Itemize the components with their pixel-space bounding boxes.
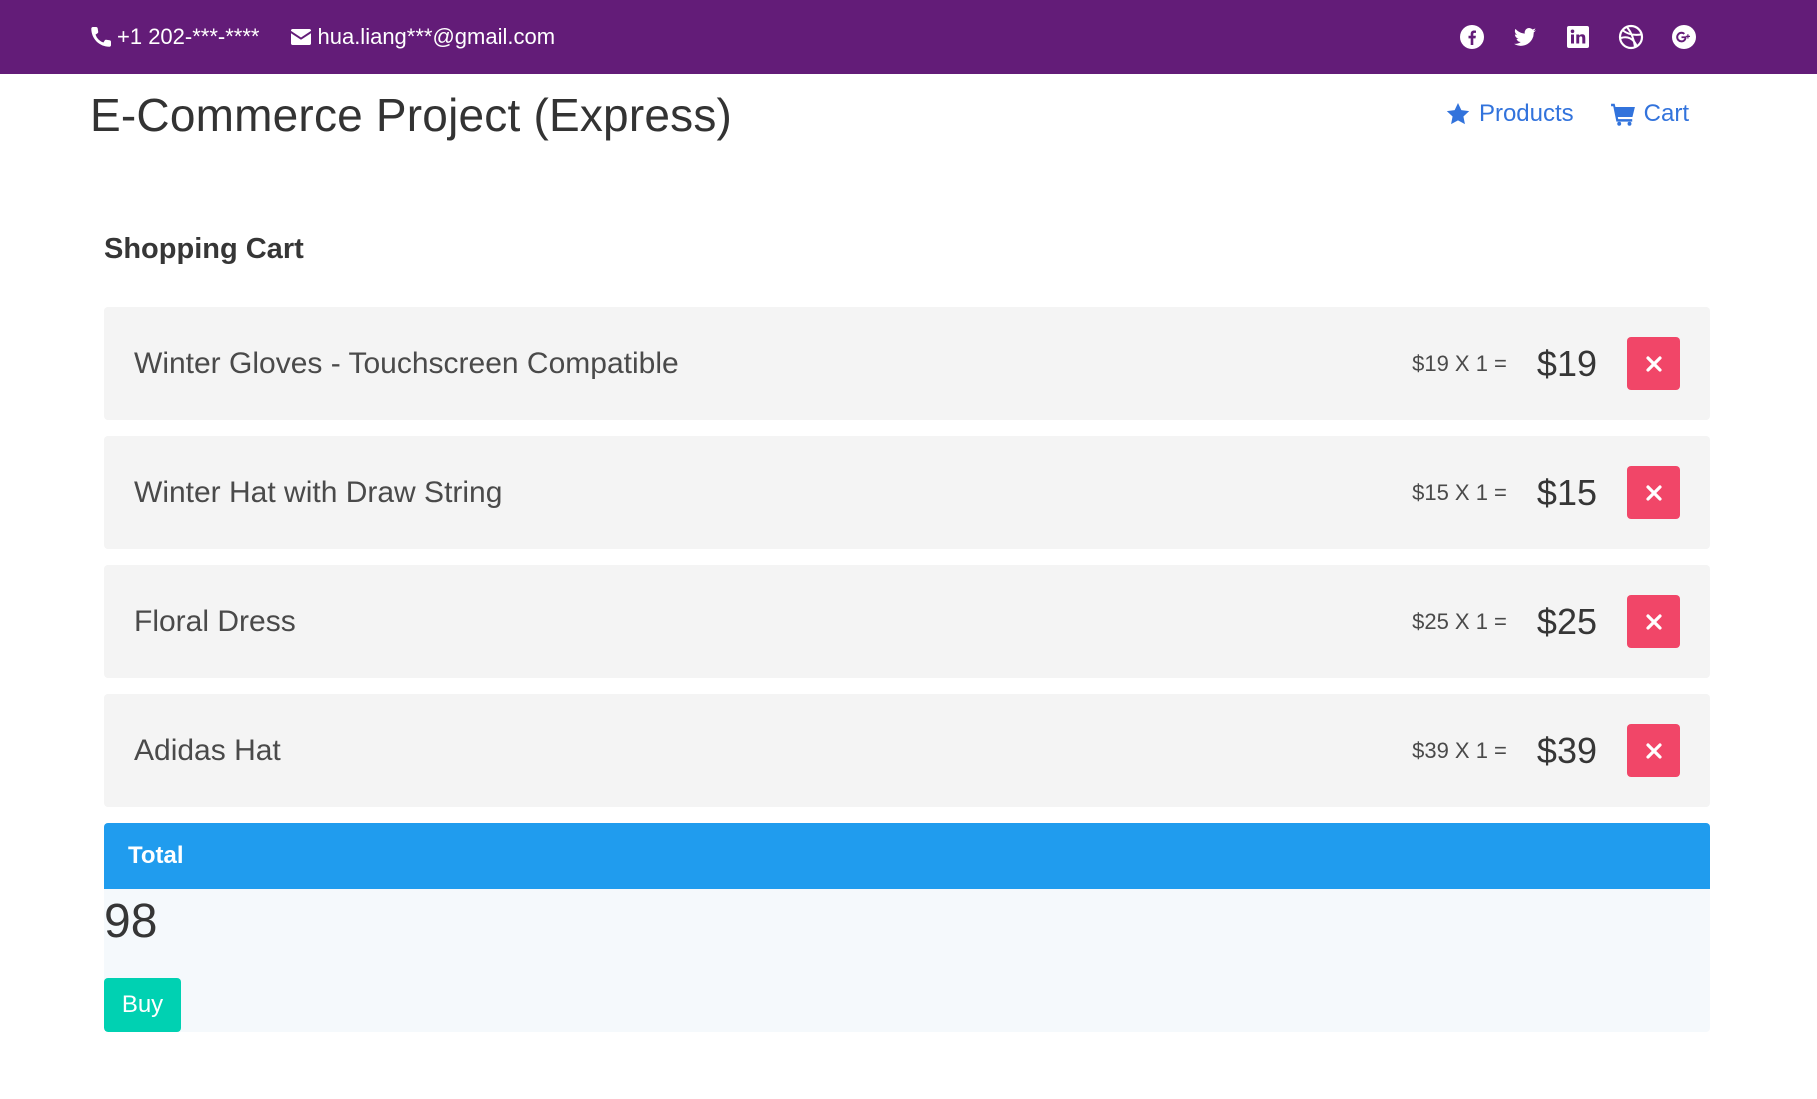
nav-cart-label: Cart	[1643, 100, 1689, 127]
email-text: hua.liang***@gmail.com	[317, 24, 556, 49]
item-name: Winter Hat with Draw String	[134, 475, 503, 509]
item-price: $39	[1536, 729, 1597, 771]
item-calculation: $15 X 1 =	[1412, 479, 1507, 505]
item-calculation: $25 X 1 =	[1412, 608, 1507, 634]
envelope-icon	[291, 29, 312, 45]
contact-info: +1 202-***-**** hua.liang***@gmail.com	[89, 0, 555, 74]
star-icon	[1446, 102, 1470, 125]
total-header: Total	[104, 823, 1710, 889]
cart-list: Winter Gloves - Touchscreen Compatible $…	[104, 307, 1710, 823]
total-value: 98	[104, 895, 158, 948]
remove-item-button[interactable]	[1627, 466, 1680, 519]
site-brand[interactable]: E-Commerce Project (Express)	[90, 88, 732, 142]
remove-item-button[interactable]	[1627, 337, 1680, 390]
item-name: Winter Gloves - Touchscreen Compatible	[134, 346, 679, 380]
nav-products[interactable]: Products	[1445, 100, 1574, 128]
cart-title: Shopping Cart	[104, 233, 304, 265]
total-panel: Total 98 Buy	[104, 823, 1710, 1032]
remove-item-button[interactable]	[1627, 595, 1680, 648]
item-price: $19	[1536, 342, 1597, 384]
nav-products-label: Products	[1478, 100, 1574, 127]
item-calculation: $39 X 1 =	[1412, 737, 1507, 763]
item-calculation: $19 X 1 =	[1412, 350, 1507, 376]
close-icon	[1645, 742, 1662, 759]
facebook-icon[interactable]	[1459, 24, 1485, 50]
cart-item: Winter Hat with Draw String $15 X 1 = $1…	[104, 436, 1710, 549]
linkedin-icon[interactable]	[1565, 24, 1591, 50]
cart-item: Floral Dress $25 X 1 = $25	[104, 565, 1710, 678]
phone-contact[interactable]: +1 202-***-****	[89, 24, 259, 50]
top-bar: +1 202-***-**** hua.liang***@gmail.com	[0, 0, 1817, 74]
close-icon	[1645, 613, 1662, 630]
cart-item: Winter Gloves - Touchscreen Compatible $…	[104, 307, 1710, 420]
item-price: $15	[1536, 471, 1597, 513]
email-contact[interactable]: hua.liang***@gmail.com	[289, 24, 555, 50]
cart-item: Adidas Hat $39 X 1 = $39	[104, 694, 1710, 807]
phone-text: +1 202-***-****	[117, 24, 260, 49]
item-price: $25	[1536, 600, 1597, 642]
remove-item-button[interactable]	[1627, 724, 1680, 777]
twitter-icon[interactable]	[1512, 24, 1538, 50]
main-nav: Products Cart	[1445, 100, 1689, 128]
nav-cart[interactable]: Cart	[1610, 100, 1689, 128]
shopping-cart-icon	[1610, 103, 1635, 126]
social-links	[1432, 0, 1697, 74]
close-icon	[1645, 484, 1662, 501]
item-name: Adidas Hat	[134, 733, 281, 767]
dribbble-icon[interactable]	[1618, 24, 1644, 50]
phone-icon	[91, 27, 111, 47]
close-icon	[1645, 355, 1662, 372]
google-plus-icon[interactable]	[1671, 24, 1697, 50]
item-name: Floral Dress	[134, 604, 296, 638]
buy-button[interactable]: Buy	[104, 978, 181, 1032]
